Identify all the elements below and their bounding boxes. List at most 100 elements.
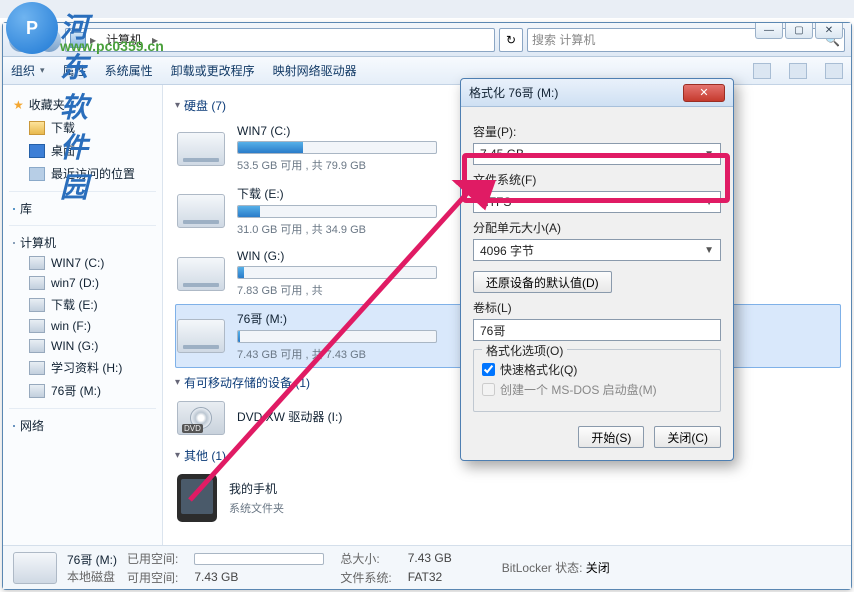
refresh-button[interactable]: ↻ bbox=[499, 28, 523, 52]
status-fs-label: 文件系统: bbox=[340, 569, 391, 586]
watermark-text: 河东软件园 bbox=[60, 6, 88, 206]
status-bitlocker-value: 关闭 bbox=[586, 561, 610, 575]
status-title: 76哥 (M:) bbox=[67, 551, 117, 568]
volume-label-label: 卷标(L) bbox=[473, 299, 721, 316]
drive-icon bbox=[29, 384, 45, 398]
network-icon bbox=[13, 425, 15, 427]
dialog-titlebar[interactable]: 格式化 76哥 (M:) ✕ bbox=[461, 79, 733, 107]
format-options-group: 格式化选项(O) 快速格式化(Q) 创建一个 MS-DOS 启动盘(M) bbox=[473, 349, 721, 412]
sidebar-item-drive[interactable]: 下载 (E:) bbox=[7, 293, 158, 316]
status-avail-value: 7.43 GB bbox=[194, 570, 324, 584]
status-used-meter bbox=[194, 553, 324, 565]
triangle-down-icon: ▾ bbox=[175, 450, 180, 461]
checkbox-icon[interactable] bbox=[482, 363, 495, 376]
sidebar-item-drive[interactable]: win7 (D:) bbox=[7, 273, 158, 293]
usage-meter bbox=[237, 205, 437, 218]
drive-icon bbox=[13, 552, 57, 584]
sidebar-label: WIN7 (C:) bbox=[51, 256, 104, 270]
filesystem-select[interactable]: NTFS ▼ bbox=[473, 191, 721, 213]
sidebar-item-drive[interactable]: win (F:) bbox=[7, 316, 158, 336]
desktop-taskbar-strip bbox=[0, 0, 854, 18]
checkbox-icon bbox=[482, 383, 495, 396]
sidebar-label: 学习资料 (H:) bbox=[51, 359, 122, 376]
restore-defaults-button[interactable]: 还原设备的默认值(D) bbox=[473, 271, 612, 293]
sidebar-group-network[interactable]: 网络 bbox=[7, 415, 158, 436]
hard-drive-icon bbox=[177, 319, 225, 353]
drive-icon bbox=[29, 319, 45, 333]
start-button[interactable]: 开始(S) bbox=[578, 426, 644, 448]
close-button[interactable]: 关闭(C) bbox=[654, 426, 721, 448]
format-options-title: 格式化选项(O) bbox=[482, 342, 567, 359]
status-fs-value: FAT32 bbox=[408, 570, 452, 584]
library-icon bbox=[13, 208, 15, 210]
status-avail-label: 可用空间: bbox=[127, 569, 178, 586]
quick-format-checkbox[interactable]: 快速格式化(Q) bbox=[482, 361, 712, 378]
drive-icon bbox=[29, 298, 45, 312]
sidebar-label: win7 (D:) bbox=[51, 276, 99, 290]
drive-icon bbox=[29, 361, 45, 375]
checkbox-label: 快速格式化(Q) bbox=[500, 361, 577, 378]
sidebar-label: 库 bbox=[20, 200, 32, 217]
watermark-logo-icon: P bbox=[6, 2, 58, 54]
recent-icon bbox=[29, 167, 45, 181]
capacity-value: 7.45 GB bbox=[480, 147, 524, 161]
chevron-down-icon: ▼ bbox=[704, 245, 714, 256]
volume-label-input[interactable]: 76哥 bbox=[473, 319, 721, 341]
status-total-label: 总大小: bbox=[340, 550, 391, 567]
window-controls: — ▢ ✕ bbox=[755, 23, 843, 39]
dialog-close-button[interactable]: ✕ bbox=[683, 84, 725, 102]
filesystem-value: NTFS bbox=[480, 195, 511, 209]
organize-button[interactable]: 组织 bbox=[11, 62, 45, 79]
sidebar-label: 下载 (E:) bbox=[51, 296, 98, 313]
sidebar-label: win (F:) bbox=[51, 319, 91, 333]
category-label: 硬盘 (7) bbox=[184, 97, 226, 114]
usage-meter bbox=[237, 266, 437, 279]
minimize-button[interactable]: — bbox=[755, 23, 783, 39]
device-subtext: 系统文件夹 bbox=[229, 500, 839, 516]
usage-meter bbox=[237, 141, 437, 154]
triangle-down-icon: ▾ bbox=[175, 100, 180, 111]
drive-icon bbox=[29, 339, 45, 353]
map-network-drive-button[interactable]: 映射网络驱动器 bbox=[273, 62, 357, 79]
help-icon[interactable] bbox=[825, 63, 843, 79]
format-dialog: 格式化 76哥 (M:) ✕ 容量(P): 7.45 GB ▼ 文件系统(F) N… bbox=[460, 78, 734, 461]
msdos-boot-checkbox[interactable]: 创建一个 MS-DOS 启动盘(M) bbox=[482, 381, 712, 398]
status-used-label: 已用空间: bbox=[127, 550, 178, 567]
chevron-down-icon: ▼ bbox=[704, 149, 714, 160]
search-placeholder: 搜索 计算机 bbox=[532, 31, 595, 48]
sidebar-item-drive[interactable]: WIN (G:) bbox=[7, 336, 158, 356]
desktop-icon bbox=[29, 144, 45, 158]
sidebar-label: 计算机 bbox=[20, 234, 56, 251]
hard-drive-icon bbox=[177, 132, 225, 166]
status-bitlocker-label: BitLocker 状态: bbox=[502, 561, 583, 575]
drive-icon bbox=[29, 256, 45, 270]
sidebar-item-drive[interactable]: 学习资料 (H:) bbox=[7, 356, 158, 379]
status-bar: 76哥 (M:) 本地磁盘 已用空间: 总大小: 7.43 GB 可用空间: 7… bbox=[3, 545, 851, 589]
filesystem-label: 文件系统(F) bbox=[473, 171, 721, 188]
capacity-label: 容量(P): bbox=[473, 123, 721, 140]
sidebar-label: 网络 bbox=[20, 417, 44, 434]
sidebar-item-drive[interactable]: WIN7 (C:) bbox=[7, 253, 158, 273]
system-properties-button[interactable]: 系统属性 bbox=[105, 62, 153, 79]
allocation-label: 分配单元大小(A) bbox=[473, 219, 721, 236]
device-name: 我的手机 bbox=[229, 480, 839, 497]
capacity-select[interactable]: 7.45 GB ▼ bbox=[473, 143, 721, 165]
sidebar-label: WIN (G:) bbox=[51, 339, 98, 353]
watermark-url: www.pc0359.cn bbox=[60, 38, 164, 54]
uninstall-button[interactable]: 卸载或更改程序 bbox=[171, 62, 255, 79]
chevron-down-icon: ▼ bbox=[704, 197, 714, 208]
sidebar-group-computer[interactable]: 计算机 bbox=[7, 232, 158, 253]
hard-drive-icon bbox=[177, 194, 225, 228]
allocation-value: 4096 字节 bbox=[480, 242, 534, 259]
close-button[interactable]: ✕ bbox=[815, 23, 843, 39]
hard-drive-icon bbox=[177, 257, 225, 291]
maximize-button[interactable]: ▢ bbox=[785, 23, 813, 39]
category-label: 其他 (1) bbox=[184, 447, 226, 464]
view-options-icon[interactable] bbox=[753, 63, 771, 79]
sidebar-item-drive[interactable]: 76哥 (M:) bbox=[7, 379, 158, 402]
drive-icon bbox=[29, 276, 45, 290]
status-type: 本地磁盘 bbox=[67, 568, 117, 585]
other-item[interactable]: 我的手机 系统文件夹 bbox=[175, 468, 841, 528]
preview-pane-icon[interactable] bbox=[789, 63, 807, 79]
allocation-select[interactable]: 4096 字节 ▼ bbox=[473, 239, 721, 261]
